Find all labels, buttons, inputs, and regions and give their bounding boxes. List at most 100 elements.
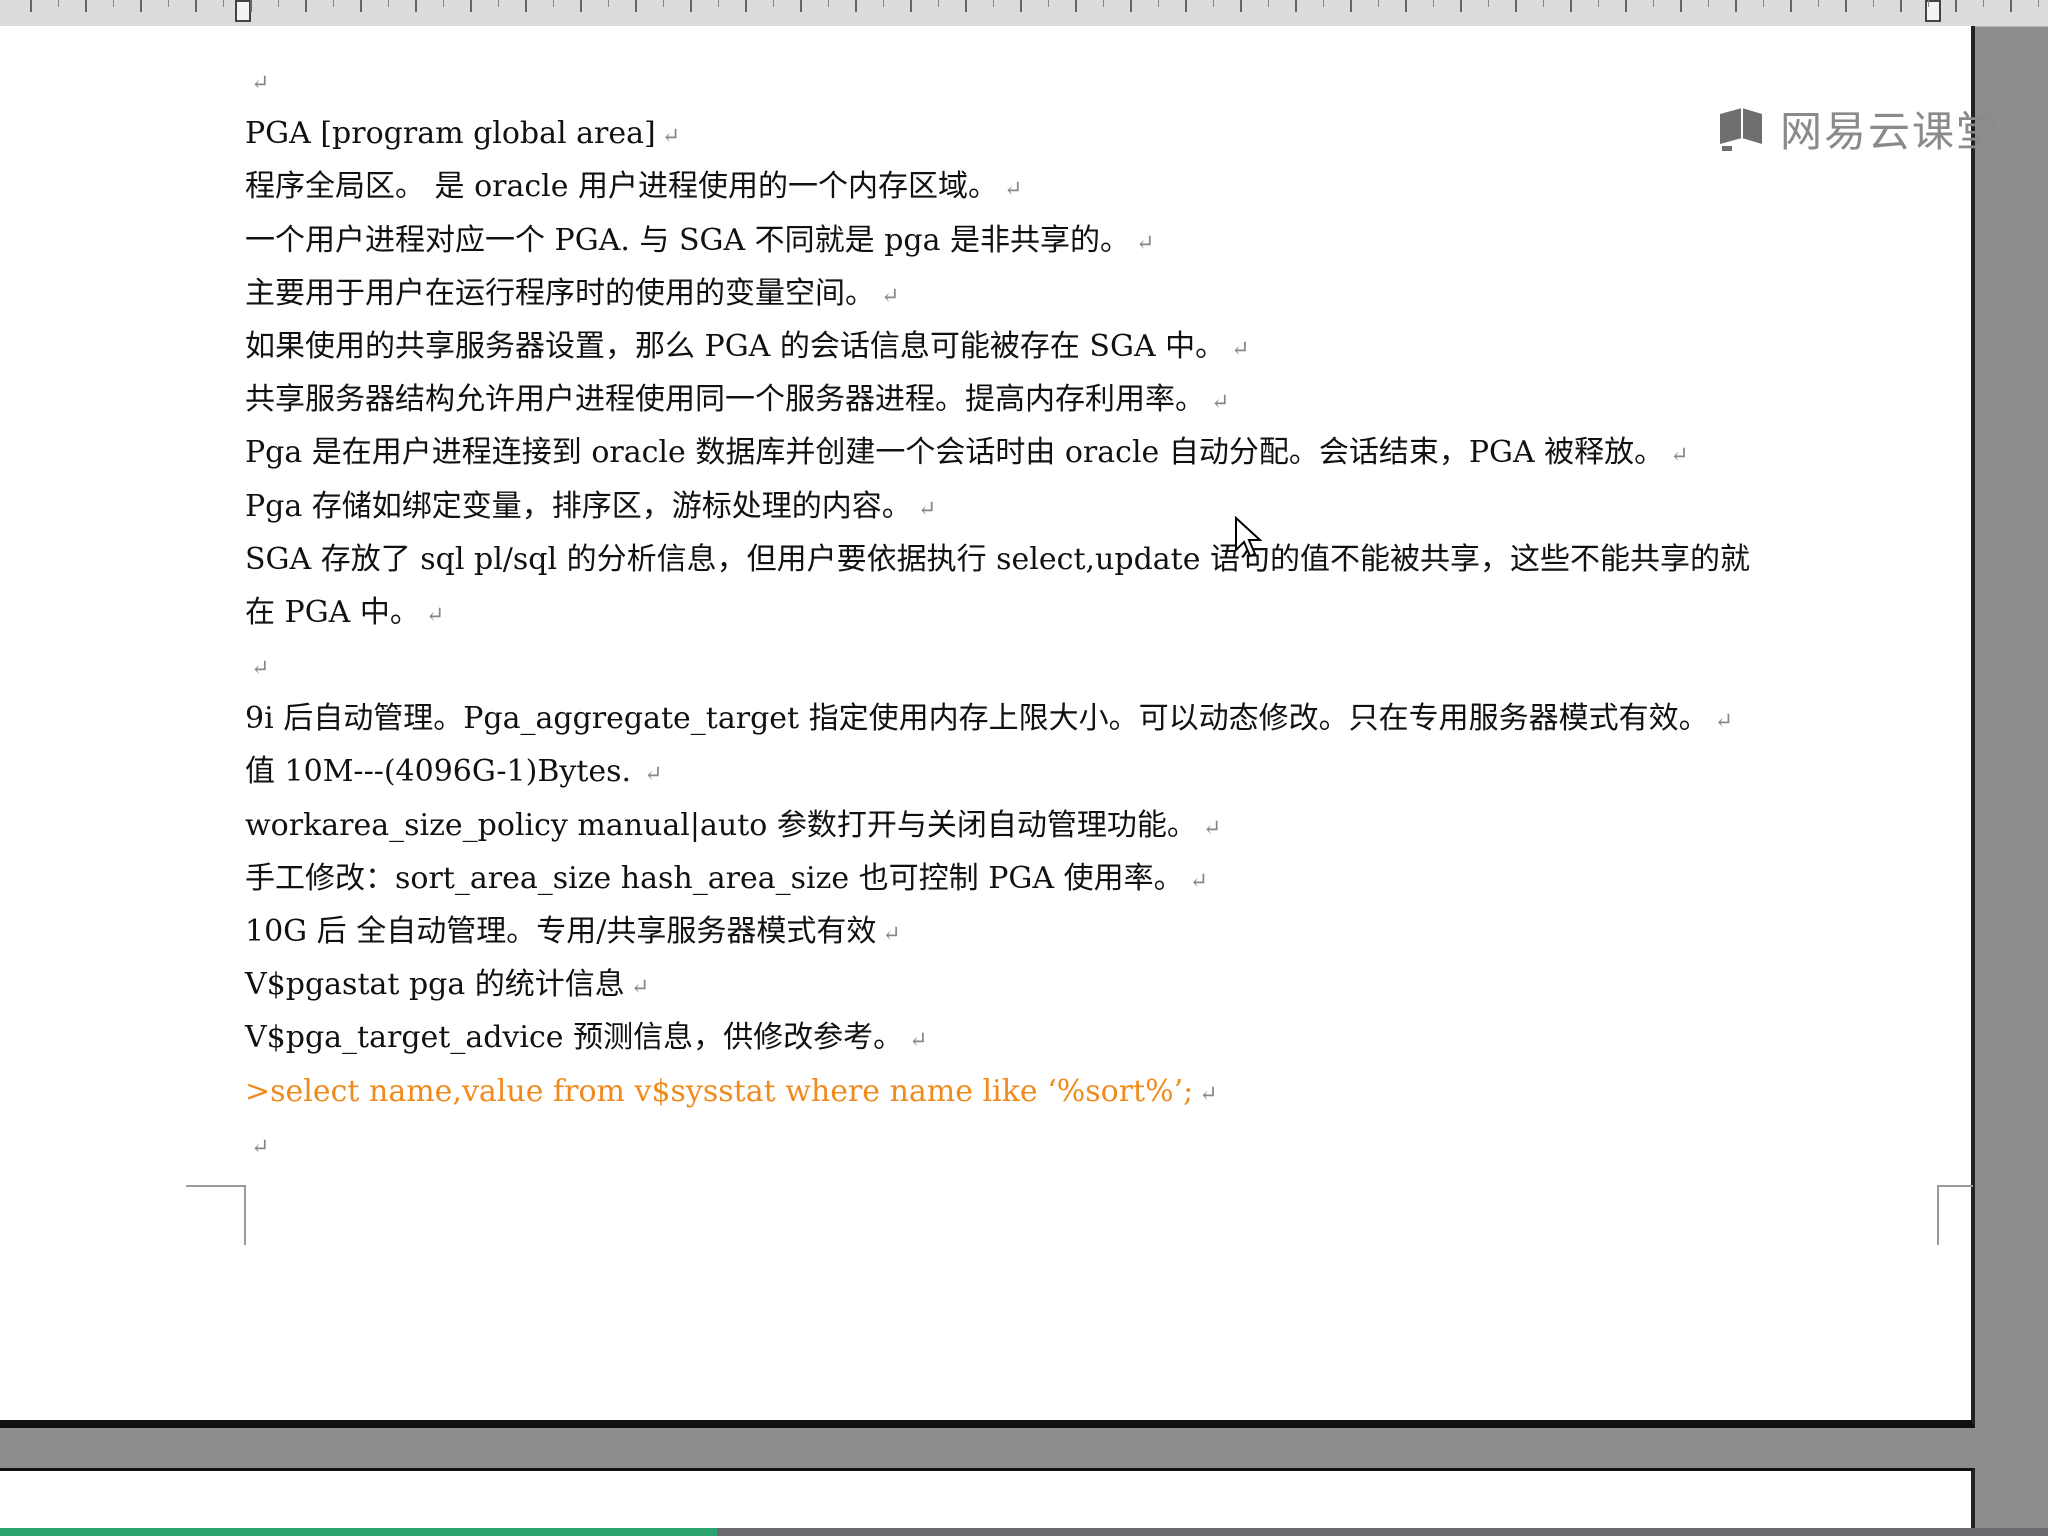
doc-line: V$pgastat pga 的统计信息 ↵ (245, 967, 650, 1003)
ruler-tick (1625, 0, 1627, 12)
doc-line: 程序全局区。 是 oracle 用户进程使用的一个内存区域。 ↵ (245, 169, 1023, 205)
ruler-tick (30, 0, 32, 12)
doc-line: 10G 后 全自动管理。专用/共享服务器模式有效 ↵ (245, 914, 901, 949)
ruler-tick (772, 0, 774, 7)
paragraph-mark-icon: ↵ (425, 602, 445, 628)
ruler-tick (1872, 0, 1874, 7)
ruler-tick (85, 0, 87, 12)
ruler-tick (580, 0, 582, 12)
paragraph-mark-icon: ↵ (1670, 443, 1689, 469)
paragraph-mark-icon: ↵ (1199, 1081, 1218, 1107)
ruler-tick (1487, 0, 1489, 7)
ruler-tick (2037, 0, 2039, 7)
ruler-tick (800, 0, 802, 12)
ruler-tick (992, 0, 994, 7)
doc-line: Pga 是在用户进程连接到 oracle 数据库并创建一个会话时由 oracle… (245, 435, 1689, 471)
next-document-page[interactable] (0, 1468, 1975, 1536)
ruler-tick (1542, 0, 1544, 7)
watermark-logo: 网易云课堂 (1716, 98, 2000, 159)
book-icon (1716, 106, 1766, 152)
paragraph-mark-icon: ↵ (881, 283, 900, 309)
doc-line: PGA [program global area] ↵ (245, 116, 681, 152)
ruler-tick (525, 0, 527, 12)
doc-line: 共享服务器结构允许用户进程使用同一个服务器进程。提高内存利用率。 ↵ (245, 382, 1230, 418)
ruler-tick (827, 0, 829, 7)
ruler-tick (387, 0, 389, 7)
ruler-tick (1212, 0, 1214, 7)
ruler-tick (1735, 0, 1737, 12)
ruler-tick (1790, 0, 1792, 12)
ruler-tick (1047, 0, 1049, 7)
paragraph-mark-icon: ↵ (1189, 868, 1209, 894)
ruler-tick (1652, 0, 1654, 7)
paragraph-mark-icon: ↵ (630, 975, 650, 1001)
ruler-tick (1267, 0, 1269, 7)
document-page[interactable]: ↵ PGA [program global area] ↵ 程序全局区。 是 or… (0, 26, 1975, 1428)
ruler-tick (250, 0, 252, 12)
paragraph-mark-icon: ↵ (1202, 815, 1222, 841)
ruler-tick (607, 0, 609, 7)
doc-line: 在 PGA 中。 ↵ (245, 594, 445, 630)
paragraph-mark-icon: ↵ (1136, 230, 1155, 256)
paragraph-mark-icon: ↵ (661, 124, 681, 150)
paragraph-mark-icon: ↵ (1211, 390, 1230, 416)
ruler-tick (910, 0, 912, 12)
ruler-tick (882, 0, 884, 7)
ruler-tick (1762, 0, 1764, 7)
doc-line: 值 10M---(4096G-1)Bytes. ↵ (245, 754, 663, 790)
ruler-tick (1350, 0, 1352, 12)
doc-line: Pga 存储如绑定变量，排序区，游标处理的内容。 ↵ (245, 488, 937, 524)
ruler-indent-marker[interactable] (235, 0, 251, 22)
ruler-tick (1377, 0, 1379, 7)
ruler-tick (1570, 0, 1572, 12)
video-progress-fill (0, 1528, 717, 1536)
ruler-tick (1020, 0, 1022, 12)
video-progress-bar[interactable] (0, 1528, 2048, 1536)
paragraph-mark-icon: ↵ (251, 656, 270, 682)
doc-line: workarea_size_policy manual|auto 参数打开与关闭… (245, 807, 1222, 843)
ruler-tick (965, 0, 967, 12)
doc-line: SGA 存放了 sql pl/sql 的分析信息，但用户要依据执行 select… (245, 541, 1751, 577)
paragraph-mark-icon: ↵ (882, 922, 901, 947)
ruler-tick (1707, 0, 1709, 7)
ruler-tick (1460, 0, 1462, 12)
doc-line: ↵ (245, 1118, 1945, 1171)
ruler-tick (1102, 0, 1104, 7)
ruler-tick (1515, 0, 1517, 12)
ruler-tick (1982, 0, 1984, 7)
doc-line: 手工修改：sort_area_size hash_area_size 也可控制 … (245, 860, 1209, 896)
ruler-tick (1845, 0, 1847, 12)
mouse-cursor-icon (1234, 515, 1263, 558)
page-corner-mark (186, 1185, 246, 1245)
ruler-tick (167, 0, 169, 7)
doc-line: ↵ (245, 54, 1945, 107)
ruler-tick (415, 0, 417, 12)
ruler-tick (1157, 0, 1159, 7)
doc-line: 主要用于用户在运行程序时的使用的变量空间。 ↵ (245, 275, 900, 311)
paragraph-mark-icon: ↵ (251, 71, 270, 96)
watermark-text: 网易云课堂 (1780, 107, 2001, 156)
horizontal-ruler[interactable] (0, 0, 2048, 27)
ruler-tick (1075, 0, 1077, 12)
ruler-tick (1185, 0, 1187, 12)
document-body[interactable]: ↵ PGA [program global area] ↵ 程序全局区。 是 or… (245, 54, 1945, 1171)
ruler-tick (1322, 0, 1324, 7)
ruler-tick (1955, 0, 1957, 12)
ruler-tick (360, 0, 362, 12)
doc-line: ↵ (245, 639, 1945, 692)
ruler-tick (717, 0, 719, 7)
ruler-tick (497, 0, 499, 7)
ruler-tick (690, 0, 692, 12)
ruler-tick (1240, 0, 1242, 12)
ruler-tick (1680, 0, 1682, 12)
ruler-tick (1432, 0, 1434, 7)
ruler-tick (937, 0, 939, 7)
ruler-tick (195, 0, 197, 12)
ruler-tick (305, 0, 307, 12)
paragraph-mark-icon: ↵ (637, 762, 663, 788)
ruler-tick (332, 0, 334, 7)
doc-line: 如果使用的共享服务器设置，那么 PGA 的会话信息可能被存在 SGA 中。 ↵ (245, 328, 1250, 364)
ruler-tick (1597, 0, 1599, 7)
paragraph-mark-icon: ↵ (1004, 177, 1023, 203)
ruler-tick (140, 0, 142, 12)
